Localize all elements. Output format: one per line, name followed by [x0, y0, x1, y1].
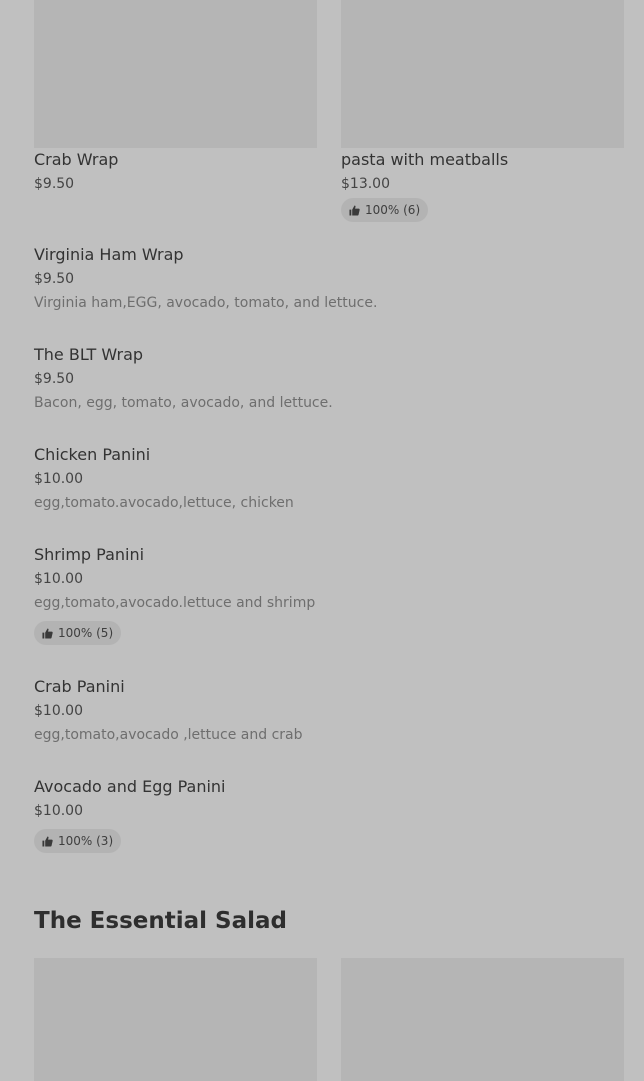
- rating-badge: 100% (6): [341, 198, 429, 222]
- rating-text: 100% (3): [58, 834, 114, 848]
- item-price: $13.00: [341, 176, 390, 192]
- item-price: $9.50: [34, 176, 75, 192]
- item-price: $9.50: [34, 271, 75, 287]
- rating-badge: 100% (3): [34, 829, 122, 853]
- thumbs-up-icon: [42, 627, 53, 639]
- menu-item[interactable]: Crab Panini $10.00 egg,tomato,avocado ,l…: [34, 675, 624, 747]
- item-name: The BLT Wrap: [34, 345, 144, 364]
- menu-item[interactable]: Avocado and Egg Panini $10.00 100% (3): [34, 775, 624, 853]
- item-name: Shrimp Panini: [34, 545, 145, 564]
- item-price: $9.50: [34, 371, 75, 387]
- item-price: $10.00: [34, 471, 83, 487]
- item-price: $10.00: [34, 703, 83, 719]
- item-image-placeholder[interactable]: [341, 0, 624, 148]
- item-name[interactable]: pasta with meatballs: [341, 150, 508, 169]
- menu-item[interactable]: The BLT Wrap $9.50 Bacon, egg, tomato, a…: [34, 343, 624, 415]
- item-description: egg,tomato.avocado,lettuce, chicken: [34, 495, 294, 511]
- item-description: egg,tomato,avocado ,lettuce and crab: [34, 727, 303, 743]
- thumbs-up-icon: [42, 835, 53, 847]
- item-image-placeholder[interactable]: [34, 958, 317, 1081]
- item-image-placeholder[interactable]: [34, 0, 317, 148]
- item-name: Avocado and Egg Panini: [34, 777, 226, 796]
- menu-item[interactable]: Virginia Ham Wrap $9.50 Virginia ham,EGG…: [34, 243, 624, 315]
- item-price: $10.00: [34, 803, 83, 819]
- menu-item[interactable]: Shrimp Panini $10.00 egg,tomato,avocado.…: [34, 543, 624, 645]
- item-image-placeholder[interactable]: [341, 958, 624, 1081]
- item-description: Bacon, egg, tomato, avocado, and lettuce…: [34, 395, 333, 411]
- item-price: $10.00: [34, 571, 83, 587]
- rating-badge: 100% (5): [34, 621, 122, 645]
- item-description: Virginia ham,EGG, avocado, tomato, and l…: [34, 295, 378, 311]
- section-title: The Essential Salad: [34, 908, 287, 934]
- item-description: egg,tomato,avocado.lettuce and shrimp: [34, 595, 316, 611]
- rating-text: 100% (6): [365, 203, 421, 217]
- menu-item[interactable]: Chicken Panini $10.00 egg,tomato.avocado…: [34, 443, 624, 515]
- item-name[interactable]: Crab Wrap: [34, 150, 118, 169]
- item-name: Crab Panini: [34, 677, 125, 696]
- thumbs-up-icon: [349, 204, 360, 216]
- item-name: Chicken Panini: [34, 445, 151, 464]
- rating-text: 100% (5): [58, 626, 114, 640]
- item-name: Virginia Ham Wrap: [34, 245, 184, 264]
